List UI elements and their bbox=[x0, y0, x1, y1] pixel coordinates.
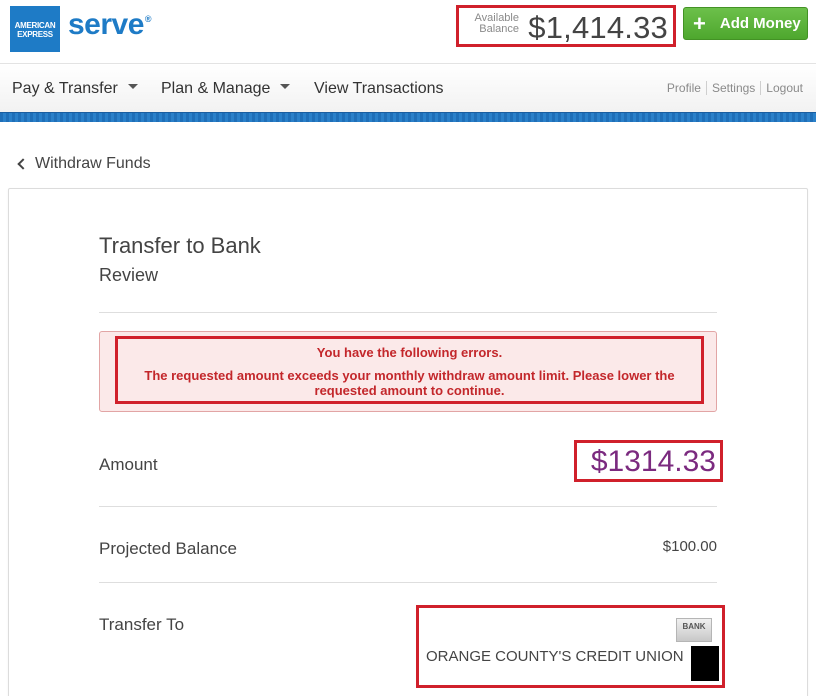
error-heading: You have the following errors. bbox=[316, 345, 503, 360]
error-message: The requested amount exceeds your monthl… bbox=[144, 368, 675, 398]
back-link-label: Withdraw Funds bbox=[35, 155, 151, 172]
projected-balance-label: Projected Balance bbox=[99, 539, 237, 558]
profile-link[interactable]: Profile bbox=[662, 81, 706, 95]
serve-logo[interactable]: serve® bbox=[68, 8, 152, 42]
divider bbox=[99, 506, 717, 507]
error-message-box: You have the following errors. The reque… bbox=[115, 336, 704, 404]
projected-balance-value: $100.00 bbox=[662, 538, 717, 555]
page-title: Transfer to Bank bbox=[99, 233, 261, 258]
transfer-to-label: Transfer To bbox=[99, 615, 185, 634]
available-balance-box: Available Balance $1,414.33 bbox=[456, 5, 676, 47]
balance-value: $1,414.33 bbox=[528, 10, 668, 45]
back-to-withdraw-funds-link[interactable]: Withdraw Funds bbox=[17, 155, 151, 173]
caret-down-icon bbox=[127, 84, 138, 90]
caret-down-icon bbox=[280, 84, 291, 90]
nav-pay-transfer-label: Pay & Transfer bbox=[12, 80, 118, 97]
utility-links: Profile Settings Logout bbox=[662, 81, 808, 95]
bank-icon: BANK bbox=[676, 618, 712, 642]
top-header: AMERICAN EXPRESS serve® Available Balanc… bbox=[0, 0, 816, 64]
nav-plan-manage[interactable]: Plan & Manage bbox=[161, 80, 291, 98]
transfer-destination-box: BANK ORANGE COUNTY'S CREDIT UNION bbox=[416, 605, 725, 688]
bank-name: ORANGE COUNTY'S CREDIT UNION bbox=[426, 648, 684, 665]
logout-link[interactable]: Logout bbox=[760, 81, 808, 95]
balance-label: Available Balance bbox=[474, 12, 519, 35]
main-nav: Pay & Transfer Plan & Manage View Transa… bbox=[0, 64, 816, 112]
page-subtitle: Review bbox=[99, 265, 159, 285]
settings-link[interactable]: Settings bbox=[705, 81, 760, 95]
amount-value: $1314.33 bbox=[590, 445, 716, 478]
amount-highlight-box: $1314.33 bbox=[574, 440, 723, 482]
chevron-left-icon bbox=[17, 158, 29, 170]
divider bbox=[99, 582, 717, 583]
add-money-label: Add Money bbox=[719, 15, 801, 32]
redacted-block bbox=[691, 646, 719, 681]
amount-label: Amount bbox=[99, 455, 158, 474]
divider bbox=[99, 312, 717, 313]
nav-plan-manage-label: Plan & Manage bbox=[161, 80, 271, 97]
serve-logo-text: serve bbox=[68, 8, 144, 41]
nav-view-transactions[interactable]: View Transactions bbox=[314, 80, 444, 98]
registered-icon: ® bbox=[144, 14, 152, 24]
nav-pay-transfer[interactable]: Pay & Transfer bbox=[12, 80, 138, 98]
add-money-button[interactable]: + Add Money bbox=[683, 7, 808, 40]
header-stripe bbox=[0, 112, 816, 122]
nav-view-transactions-label: View Transactions bbox=[314, 80, 444, 97]
amex-logo[interactable]: AMERICAN EXPRESS bbox=[10, 6, 60, 52]
plus-icon: + bbox=[693, 10, 706, 36]
